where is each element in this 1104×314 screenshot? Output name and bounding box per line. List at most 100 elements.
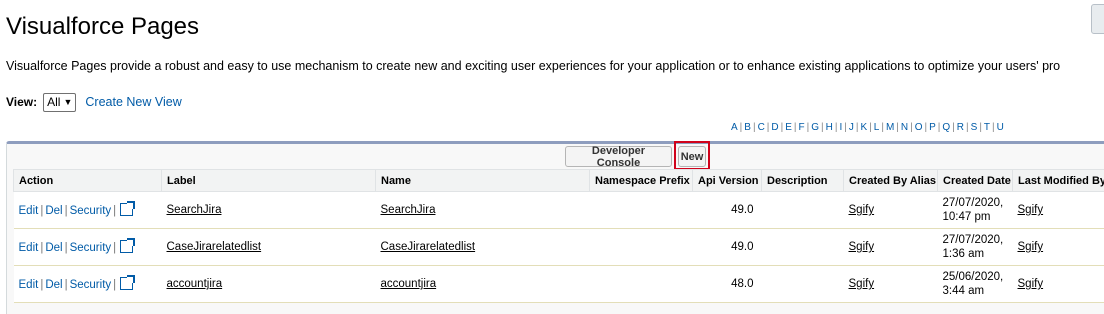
alphabet-letter-link[interactable]: F — [799, 122, 805, 133]
external-link-icon[interactable] — [120, 203, 133, 216]
action-cell: Edit|Del|Security| — [14, 266, 162, 303]
description-cell — [762, 192, 844, 229]
action-cell: Edit|Del|Security| — [14, 192, 162, 229]
created-time: 1:36 am — [943, 248, 985, 260]
name-cell: accountjira — [376, 266, 590, 303]
security-link[interactable]: Security — [70, 205, 112, 217]
description-cell — [762, 266, 844, 303]
modified-by-link[interactable]: Sgify — [1018, 278, 1044, 290]
alphabet-letter-link[interactable]: E — [785, 122, 792, 133]
created-by-cell: Sgify — [844, 192, 938, 229]
label-link[interactable]: accountjira — [167, 278, 223, 290]
name-cell: SearchJira — [376, 192, 590, 229]
alphabet-letter-link[interactable]: M — [886, 122, 894, 133]
name-link[interactable]: SearchJira — [381, 204, 436, 216]
external-link-icon[interactable] — [120, 240, 133, 253]
edit-link[interactable]: Edit — [19, 242, 39, 254]
alphabet-separator: | — [938, 122, 941, 133]
modified-by-link[interactable]: Sgify — [1018, 204, 1044, 216]
alphabet-separator: | — [794, 122, 797, 133]
alphabet-letter-link[interactable]: J — [849, 122, 854, 133]
column-header[interactable]: Description — [762, 170, 844, 192]
external-link-icon[interactable] — [120, 277, 133, 290]
created-by-cell: Sgify — [844, 229, 938, 266]
api-version-cell: 48.0 — [693, 266, 762, 303]
column-header[interactable]: Name — [376, 170, 590, 192]
alphabet-letter-link[interactable]: R — [957, 122, 964, 133]
delete-link[interactable]: Del — [45, 242, 62, 254]
security-link[interactable]: Security — [70, 242, 112, 254]
create-new-view-link[interactable]: Create New View — [85, 95, 181, 109]
view-select[interactable]: All ▼ — [43, 93, 76, 112]
column-header[interactable]: Last Modified By — [1013, 170, 1104, 192]
alphabet-letter-link[interactable]: L — [874, 122, 880, 133]
edit-link[interactable]: Edit — [19, 279, 39, 291]
created-date-cell: 27/07/2020, 1:36 am — [938, 229, 1013, 266]
created-by-cell: Sgify — [844, 266, 938, 303]
created-date: 27/07/2020, — [943, 234, 1004, 246]
label-link[interactable]: CaseJirarelatedlist — [167, 241, 262, 253]
developer-console-button[interactable]: Developer Console — [565, 146, 672, 167]
new-button-highlight — [674, 141, 710, 170]
alphabet-letter-link[interactable]: Q — [942, 122, 950, 133]
created-date-cell: 25/06/2020,3:44 am — [938, 266, 1013, 303]
created-by-link[interactable]: Sgify — [849, 278, 875, 290]
column-header[interactable]: Created Date — [938, 170, 1013, 192]
help-tab-widget[interactable] — [1091, 4, 1104, 34]
alphabet-letter-link[interactable]: I — [839, 122, 842, 133]
alphabet-letter-link[interactable]: C — [758, 122, 765, 133]
alphabet-separator: | — [740, 122, 743, 133]
alphabet-letter-link[interactable]: U — [997, 122, 1004, 133]
name-link[interactable]: CaseJirarelatedlist — [381, 241, 476, 253]
table-row: Edit|Del|Security| CaseJirarelatedlist C… — [14, 229, 1104, 266]
label-cell: accountjira — [162, 266, 376, 303]
security-link[interactable]: Security — [70, 279, 112, 291]
alphabet-letter-link[interactable]: S — [971, 122, 978, 133]
page-title: Visualforce Pages — [6, 13, 199, 41]
page-description: Visualforce Pages provide a robust and e… — [6, 59, 1060, 73]
alphabet-letter-link[interactable]: B — [744, 122, 751, 133]
api-version-cell: 49.0 — [693, 229, 762, 266]
created-date: 25/06/2020, — [943, 271, 1004, 283]
modified-by-link[interactable]: Sgify — [1018, 241, 1044, 253]
created-by-link[interactable]: Sgify — [849, 204, 875, 216]
column-header[interactable]: Label — [162, 170, 376, 192]
alphabet-separator: | — [979, 122, 982, 133]
chevron-down-icon: ▼ — [63, 97, 72, 107]
name-link[interactable]: accountjira — [381, 278, 437, 290]
edit-link[interactable]: Edit — [19, 205, 39, 217]
visualforce-pages-table: Action Label Name Namespace Prefix Api V… — [13, 169, 1104, 303]
alphabet-letter-link[interactable]: N — [901, 122, 908, 133]
alphabet-letter-link[interactable]: H — [826, 122, 833, 133]
label-link[interactable]: SearchJira — [167, 204, 222, 216]
alphabet-filter: A|B|C|D|E|F|G|H|I|J|K|L|M|N|O|P|Q|R|S|T|… — [731, 122, 1004, 133]
column-header[interactable]: Created By Alias — [844, 170, 938, 192]
column-header: Action — [14, 170, 162, 192]
view-bar: View: All ▼ Create New View — [6, 92, 182, 112]
alphabet-separator: | — [869, 122, 872, 133]
modified-by-cell: Sgify — [1013, 192, 1104, 229]
alphabet-separator: | — [821, 122, 824, 133]
delete-link[interactable]: Del — [45, 279, 62, 291]
alphabet-letter-link[interactable]: K — [860, 122, 867, 133]
column-header[interactable]: Api Version — [693, 170, 762, 192]
alphabet-separator: | — [807, 122, 810, 133]
namespace-cell — [590, 229, 693, 266]
alphabet-letter-link[interactable]: T — [984, 122, 990, 133]
alphabet-letter-link[interactable]: O — [915, 122, 923, 133]
created-time: 10:47 pm — [943, 211, 991, 223]
action-cell: Edit|Del|Security| — [14, 229, 162, 266]
alphabet-letter-link[interactable]: G — [811, 122, 819, 133]
column-header[interactable]: Namespace Prefix — [590, 170, 693, 192]
alphabet-letter-link[interactable]: A — [731, 122, 738, 133]
alphabet-separator: | — [966, 122, 969, 133]
name-cell: CaseJirarelatedlist — [376, 229, 590, 266]
alphabet-separator: | — [925, 122, 928, 133]
alphabet-letter-link[interactable]: P — [929, 122, 936, 133]
alphabet-separator: | — [781, 122, 784, 133]
description-cell — [762, 229, 844, 266]
created-by-link[interactable]: Sgify — [849, 241, 875, 253]
alphabet-letter-link[interactable]: D — [771, 122, 778, 133]
alphabet-separator: | — [881, 122, 884, 133]
delete-link[interactable]: Del — [45, 205, 62, 217]
